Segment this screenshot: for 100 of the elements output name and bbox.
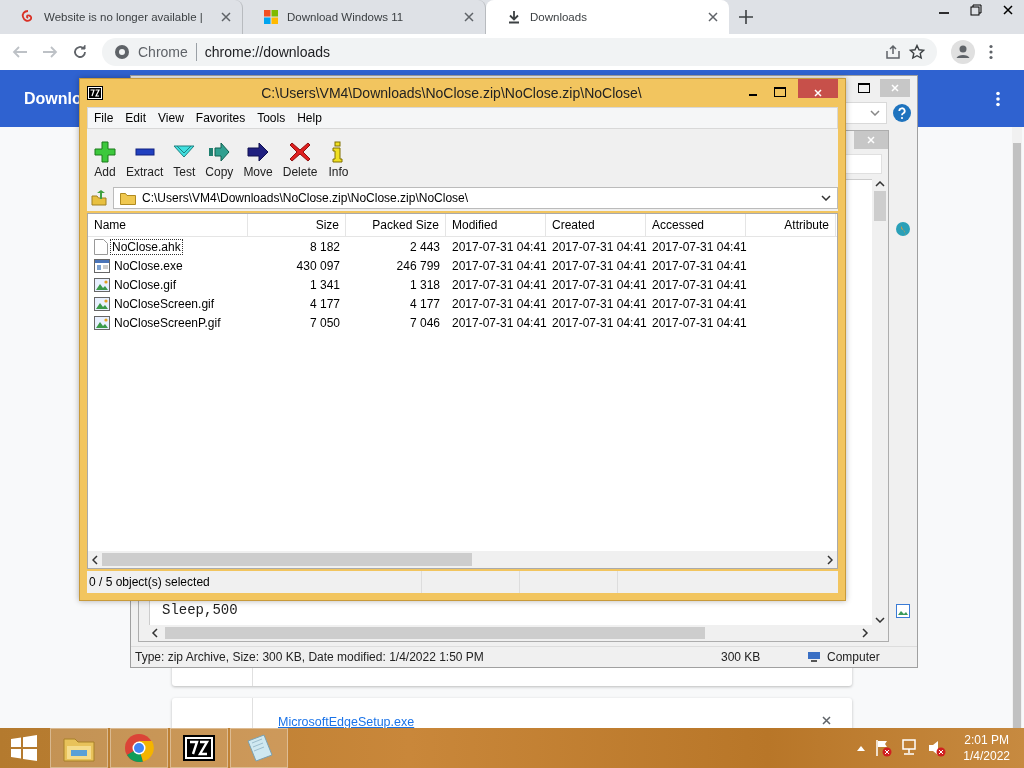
menu-item[interactable]: Favorites <box>189 111 252 125</box>
globe-icon <box>896 221 910 237</box>
file-name[interactable]: NoClose.ahk <box>111 239 182 254</box>
table-cell-text: 2017-07-31 04:41 <box>451 295 546 313</box>
download-icon <box>506 9 522 25</box>
path-field[interactable]: C:\Users\VM4\Downloads\NoClose.zip\NoClose.zip\NoClose\ <box>113 187 838 209</box>
arrow-icon <box>208 141 231 163</box>
file-name[interactable]: NoClose.gif <box>113 277 178 292</box>
windows-logo-icon <box>263 9 279 25</box>
table-cell-text: 2017-07-31 04:41 <box>651 276 746 294</box>
app-logo-icon <box>87 86 103 100</box>
address-bar[interactable]: Chrome chrome://downloads <box>102 38 937 66</box>
page-title: Downlo <box>24 89 82 108</box>
table-cell-text: 4 177 <box>408 295 441 313</box>
table-cell-text: 2 443 <box>408 238 441 256</box>
menu-icon[interactable] <box>996 90 1000 107</box>
toolbar-button[interactable]: Info <box>322 141 355 179</box>
profile-icon[interactable] <box>951 40 975 64</box>
chevron-down-icon <box>821 195 831 201</box>
close-icon[interactable] <box>707 11 719 23</box>
table-cell-text: 2017-07-31 04:41 <box>451 314 546 332</box>
taskbar-button[interactable] <box>170 728 228 768</box>
toolbar-button[interactable]: Add <box>89 141 121 179</box>
blank-file-icon <box>94 238 108 255</box>
column-header[interactable]: Packed Size <box>346 214 446 236</box>
file-name[interactable]: NoCloseScreen.gif <box>113 296 216 311</box>
close-icon[interactable] <box>821 715 832 726</box>
arrow-icon <box>247 141 270 163</box>
reload-icon[interactable] <box>72 44 88 60</box>
table-cell-text: 2017-07-31 04:41 <box>651 314 746 332</box>
table-cell-text: 430 097 <box>295 257 341 275</box>
table-cell-text: 2017-07-31 04:41 <box>551 295 646 313</box>
chevron-right-icon <box>827 554 833 565</box>
chevron-left-icon <box>92 554 98 565</box>
column-header[interactable]: Name <box>88 214 248 236</box>
file-name[interactable]: NoClose.exe <box>113 258 184 273</box>
column-header[interactable]: Accessed <box>646 214 746 236</box>
script-text: Sleep,500 <box>162 603 238 617</box>
file-name[interactable]: NoCloseScreenP.gif <box>113 315 222 330</box>
image-file-icon <box>896 604 910 618</box>
close-icon <box>866 135 877 145</box>
column-header[interactable]: Created <box>546 214 646 236</box>
table-cell-text: 2017-07-31 04:41 <box>451 238 546 256</box>
table-cell-text: 2017-07-31 04:41 <box>551 276 646 294</box>
folder-icon <box>120 191 136 205</box>
table-cell-text: 4 177 <box>308 295 341 313</box>
browser-tab[interactable]: Downloads <box>486 0 729 34</box>
table-cell-text: 2017-07-31 04:41 <box>451 257 546 275</box>
speaker-icon[interactable] <box>928 739 947 757</box>
plus-icon <box>94 141 116 163</box>
image-file-icon <box>94 277 110 292</box>
table-cell-text: 2017-07-31 04:41 <box>451 276 546 294</box>
image-file-icon <box>94 296 110 311</box>
caret-up-icon[interactable] <box>857 745 866 751</box>
file-link[interactable]: MicrosoftEdgeSetup.exe <box>278 715 415 728</box>
toolbar-button[interactable]: Delete <box>277 141 323 179</box>
table-cell-text: 2017-07-31 04:41 <box>551 314 646 332</box>
url-text: chrome://downloads <box>204 44 332 60</box>
windows-logo-icon <box>11 735 37 761</box>
flag-icon[interactable] <box>874 739 893 757</box>
scrollbar[interactable] <box>1012 127 1022 728</box>
close-icon <box>890 83 900 93</box>
restore-icon[interactable] <box>970 4 982 16</box>
up-folder-icon[interactable] <box>91 190 107 206</box>
maximize-icon[interactable] <box>774 87 786 97</box>
close-button[interactable] <box>798 79 838 98</box>
menu-item[interactable]: Help <box>291 111 328 125</box>
table-cell-text: 2017-07-31 04:41 <box>551 238 646 256</box>
menu-item[interactable]: View <box>152 111 190 125</box>
table-cell-text: 8 182 <box>308 238 341 256</box>
new-tab-icon[interactable] <box>739 10 753 24</box>
horizontal-scrollbar[interactable] <box>149 625 871 641</box>
toolbar-button[interactable]: Move <box>238 141 278 179</box>
maximize-icon[interactable] <box>858 83 870 93</box>
menu-item[interactable]: Edit <box>119 111 153 125</box>
menu-item[interactable]: File <box>88 111 120 125</box>
menu-item[interactable]: Tools <box>251 111 292 125</box>
chrome-logo-icon <box>124 733 154 763</box>
status-text: Type: zip Archive, Size: 300 KB, Date modified: 1/4/2022 1:50 PM <box>135 650 485 664</box>
menu-icon[interactable] <box>989 44 993 60</box>
app-logo-icon <box>183 735 215 761</box>
toolbar-button[interactable]: Test <box>168 141 201 179</box>
status-text: 0 / 5 object(s) selected <box>87 571 422 593</box>
close-icon[interactable] <box>1002 4 1014 16</box>
column-header[interactable]: Modified <box>446 214 546 236</box>
table-cell-text: 1 341 <box>308 276 341 294</box>
table-cell-text: 2017-07-31 04:41 <box>651 257 746 275</box>
site-label: Chrome <box>138 44 188 60</box>
clock-time: 2:01 PM <box>964 732 1009 748</box>
chevron-down-icon <box>875 617 886 623</box>
column-header[interactable]: Attribute <box>746 214 836 236</box>
toolbar-button[interactable]: Copy <box>200 141 239 179</box>
help-icon[interactable] <box>893 104 911 122</box>
column-header[interactable]: Size <box>248 214 346 236</box>
horizontal-scrollbar[interactable] <box>88 551 837 568</box>
table-cell-text: 7 050 <box>308 314 341 332</box>
share-icon[interactable] <box>885 44 901 60</box>
table-cell-text: 2017-07-31 04:41 <box>651 295 746 313</box>
star-icon[interactable] <box>909 44 925 60</box>
toolbar-button[interactable]: Extract <box>121 141 169 179</box>
